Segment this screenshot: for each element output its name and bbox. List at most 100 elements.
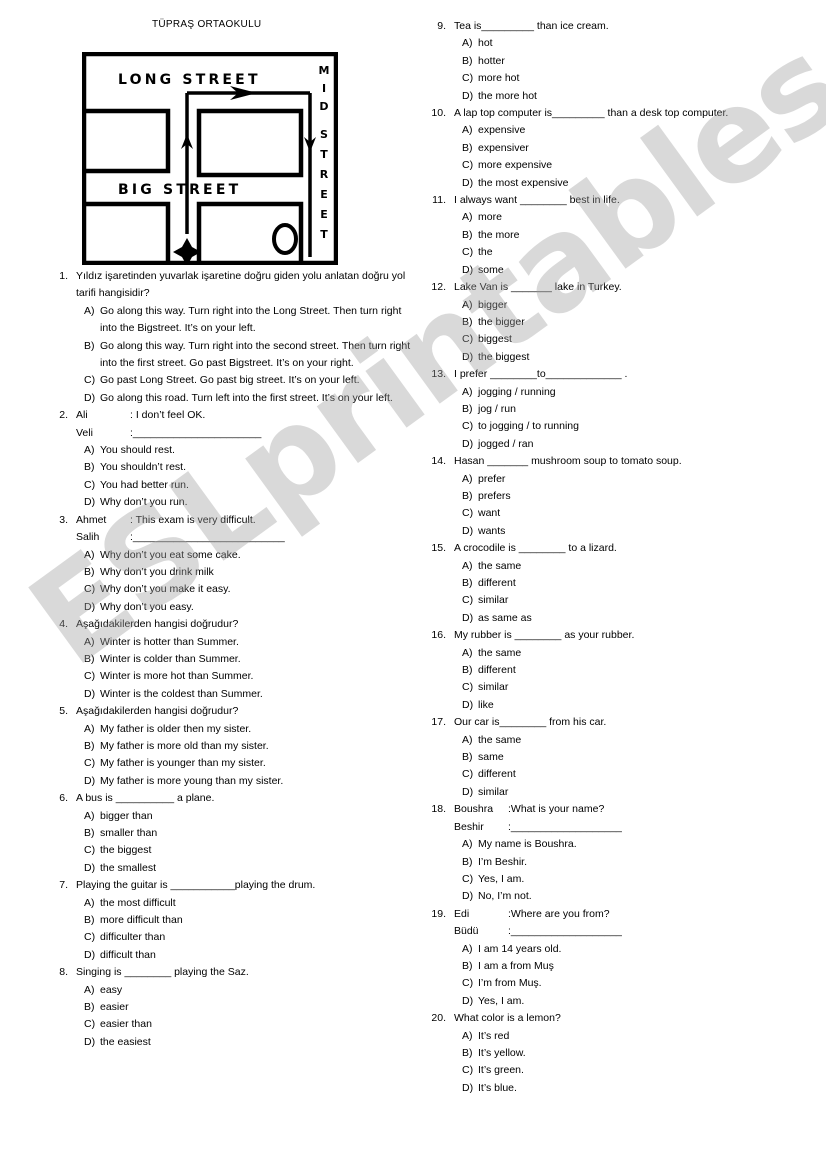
answer-option[interactable]: A) more bbox=[454, 209, 820, 226]
answer-option[interactable]: A) My father is older then my sister. bbox=[76, 721, 414, 738]
answer-option[interactable]: C) Yes, I am. bbox=[454, 871, 820, 888]
answer-option[interactable]: B) Why don’t you drink milk bbox=[76, 564, 414, 581]
question-header-row: 17. Our car is________ from his car. A) the… bbox=[420, 714, 820, 801]
answer-option[interactable]: A) the most difficult bbox=[76, 895, 414, 912]
answer-option[interactable]: A) Go along this way. Turn right into the… bbox=[76, 303, 414, 338]
answer-option[interactable]: A) It’s red bbox=[454, 1028, 820, 1045]
answer-option[interactable]: C) similar bbox=[454, 679, 820, 696]
answer-option[interactable]: A) Why don’t you eat some cake. bbox=[76, 547, 414, 564]
answer-option[interactable]: A) easy bbox=[76, 982, 414, 999]
answer-option[interactable]: A) the same bbox=[454, 558, 820, 575]
answer-option[interactable]: B) Go along this way. Turn right into the… bbox=[76, 338, 414, 373]
answer-option[interactable]: A) bigger bbox=[454, 297, 820, 314]
answer-option[interactable]: C) Winter is more hot than Summer. bbox=[76, 668, 414, 685]
answer-option[interactable]: B) I am a from Muş bbox=[454, 958, 820, 975]
answer-option[interactable]: A) bigger than bbox=[76, 808, 414, 825]
question-number: 8. bbox=[59, 966, 68, 979]
option-text: the more hot bbox=[478, 89, 537, 102]
option-letter: D) bbox=[84, 774, 96, 787]
answer-option[interactable]: B) the more bbox=[454, 227, 820, 244]
answer-option[interactable]: D) difficult than bbox=[76, 947, 414, 964]
dialog-line: Edi:Where are you from? bbox=[454, 906, 820, 923]
option-letter: A) bbox=[462, 559, 473, 572]
answer-option[interactable]: D) wants bbox=[454, 523, 820, 540]
answer-option[interactable]: C) similar bbox=[454, 592, 820, 609]
answer-option[interactable]: B) smaller than bbox=[76, 825, 414, 842]
answer-option[interactable]: D) It’s blue. bbox=[454, 1080, 820, 1097]
answer-option[interactable]: A) prefer bbox=[454, 471, 820, 488]
answer-option[interactable]: B) easier bbox=[76, 999, 414, 1016]
option-letter: D) bbox=[84, 600, 96, 613]
answer-option[interactable]: A) the same bbox=[454, 732, 820, 749]
answer-option[interactable]: D) similar bbox=[454, 784, 820, 801]
answer-option[interactable]: D) as same as bbox=[454, 610, 820, 627]
answer-option[interactable]: D) the easiest bbox=[76, 1034, 414, 1051]
answer-option[interactable]: C) My father is younger than my sister. bbox=[76, 755, 414, 772]
answer-option[interactable]: B) prefers bbox=[454, 488, 820, 505]
answer-option[interactable]: D) Go along this road. Turn left into the… bbox=[76, 390, 414, 407]
answer-option[interactable]: C) to jogging / to running bbox=[454, 418, 820, 435]
answer-option[interactable]: A) You should rest. bbox=[76, 442, 414, 459]
answer-option[interactable]: A) jogging / running bbox=[454, 384, 820, 401]
answer-option[interactable]: C) different bbox=[454, 766, 820, 783]
option-letter: D) bbox=[462, 176, 474, 189]
answer-option[interactable]: D) Yes, I am. bbox=[454, 993, 820, 1010]
option-letter: A) bbox=[84, 722, 95, 735]
answer-option[interactable]: B) My father is more old than my sister. bbox=[76, 738, 414, 755]
answer-option[interactable]: B) You shouldn’t rest. bbox=[76, 459, 414, 476]
answer-option[interactable]: C) the biggest bbox=[76, 842, 414, 859]
answer-option[interactable]: A) Winter is hotter than Summer. bbox=[76, 634, 414, 651]
answer-option[interactable]: D) Winter is the coldest than Summer. bbox=[76, 686, 414, 703]
question-body: Lake Van is _______ lake in Turkey. A) big… bbox=[454, 279, 820, 366]
answer-option[interactable]: B) I’m Beshir. bbox=[454, 854, 820, 871]
question-block: 2. Ali: I don’t feel OK. Veli:____________… bbox=[42, 407, 414, 511]
answer-option[interactable]: A) expensive bbox=[454, 122, 820, 139]
answer-option[interactable]: A) I am 14 years old. bbox=[454, 941, 820, 958]
answer-option[interactable]: A) hot bbox=[454, 35, 820, 52]
answer-option[interactable]: C) easier than bbox=[76, 1016, 414, 1033]
answer-option[interactable]: D) the biggest bbox=[454, 349, 820, 366]
question-block: 5. Aşağıdakilerden hangisi doğrudur? A) My … bbox=[42, 703, 414, 790]
answer-option[interactable]: C) difficulter than bbox=[76, 929, 414, 946]
answer-option[interactable]: B) different bbox=[454, 575, 820, 592]
option-text: biggest bbox=[478, 333, 512, 346]
answer-option[interactable]: B) different bbox=[454, 662, 820, 679]
answer-option[interactable]: B) jog / run bbox=[454, 401, 820, 418]
answer-option[interactable]: C) You had better run. bbox=[76, 477, 414, 494]
answer-option[interactable]: B) hotter bbox=[454, 53, 820, 70]
option-letter: C) bbox=[462, 333, 474, 346]
answer-option[interactable]: C) Why don’t you make it easy. bbox=[76, 581, 414, 598]
answer-option[interactable]: D) My father is more young than my sister… bbox=[76, 773, 414, 790]
answer-option[interactable]: D) the most expensive bbox=[454, 175, 820, 192]
answer-option[interactable]: D) Why don’t you easy. bbox=[76, 599, 414, 616]
answer-option[interactable]: B) expensiver bbox=[454, 140, 820, 157]
answer-option[interactable]: C) want bbox=[454, 505, 820, 522]
answer-option[interactable]: B) It’s yellow. bbox=[454, 1045, 820, 1062]
answer-option[interactable]: B) more difficult than bbox=[76, 912, 414, 929]
option-text: Go past Long Street. Go past big street.… bbox=[100, 374, 360, 387]
answer-option[interactable]: B) same bbox=[454, 749, 820, 766]
option-letter: D) bbox=[84, 687, 96, 700]
answer-option[interactable]: B) Winter is colder than Summer. bbox=[76, 651, 414, 668]
worksheet-page: TÜPRAŞ ORTAOKULU LONG STREET BIG STREET bbox=[0, 0, 826, 1169]
answer-option[interactable]: A) the same bbox=[454, 645, 820, 662]
answer-option[interactable]: C) I’m from Muş. bbox=[454, 975, 820, 992]
answer-option[interactable]: D) the more hot bbox=[454, 88, 820, 105]
option-text: the bbox=[478, 246, 493, 259]
answer-option[interactable]: B) the bigger bbox=[454, 314, 820, 331]
answer-option[interactable]: D) the smallest bbox=[76, 860, 414, 877]
answer-option[interactable]: C) It’s green. bbox=[454, 1062, 820, 1079]
option-text: the biggest bbox=[478, 350, 530, 363]
answer-option[interactable]: D) like bbox=[454, 697, 820, 714]
answer-option[interactable]: D) No, I’m not. bbox=[454, 888, 820, 905]
answer-option[interactable]: A) My name is Boushra. bbox=[454, 836, 820, 853]
answer-option[interactable]: C) the bbox=[454, 244, 820, 261]
answer-option[interactable]: C) more expensive bbox=[454, 157, 820, 174]
answer-option[interactable]: D) jogged / ran bbox=[454, 436, 820, 453]
option-letter: A) bbox=[462, 37, 473, 50]
answer-option[interactable]: C) Go past Long Street. Go past big stree… bbox=[76, 372, 414, 389]
answer-option[interactable]: C) more hot bbox=[454, 70, 820, 87]
answer-option[interactable]: D) some bbox=[454, 262, 820, 279]
answer-option[interactable]: D) Why don’t you run. bbox=[76, 494, 414, 511]
answer-option[interactable]: C) biggest bbox=[454, 331, 820, 348]
